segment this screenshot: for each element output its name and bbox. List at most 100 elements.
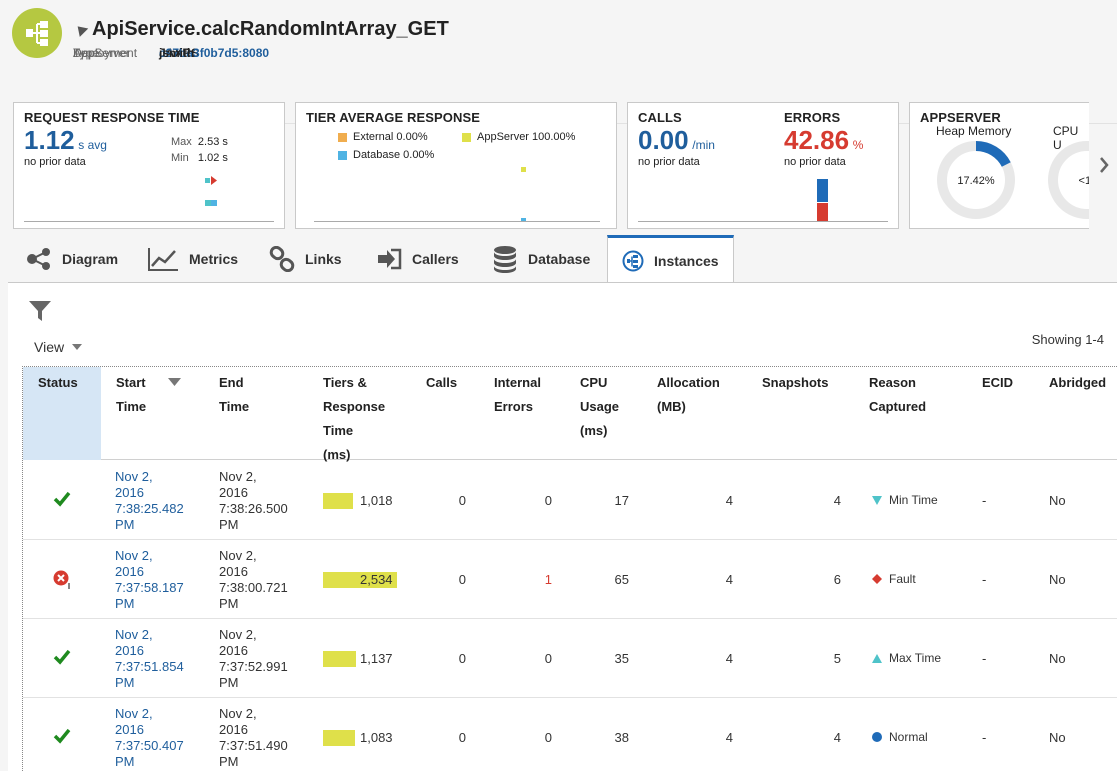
col-end-time[interactable]: End Time <box>219 371 249 419</box>
request-response-card[interactable]: REQUEST RESPONSE TIME 1.12 s avg no prio… <box>13 102 285 229</box>
date-line: Nov 2, <box>219 548 257 563</box>
col-label: Captured <box>869 399 927 414</box>
date-line: PM <box>219 517 239 532</box>
col-ecid[interactable]: ECID <box>982 371 1013 395</box>
tab-metrics[interactable]: Metrics <box>147 235 238 283</box>
response-time-value: 1,018 <box>360 493 393 508</box>
success-check-icon[interactable] <box>53 728 71 747</box>
date-line: Nov 2, <box>219 627 257 642</box>
view-menu[interactable]: View <box>34 339 83 355</box>
date-line: 2016 <box>219 643 248 658</box>
calls-errors-card[interactable]: CALLS 0.00 /min no prior data ERRORS 42.… <box>627 102 899 229</box>
tab-label: Metrics <box>189 251 239 267</box>
date-line: Nov 2, <box>115 706 153 721</box>
tab-bar: Diagram Metrics Links Callers Database I… <box>14 235 1114 283</box>
tab-diagram[interactable]: Diagram <box>26 235 118 283</box>
start-time-link[interactable]: Nov 2, 2016 7:38:25.482 PM <box>115 469 184 533</box>
date-line: 7:38:26.500 <box>219 501 288 516</box>
col-label: (ms) <box>580 423 608 438</box>
tab-callers[interactable]: Callers <box>376 235 459 283</box>
internal-errors-value: 0 <box>544 651 552 666</box>
errors-value: 42.86 <box>784 125 850 155</box>
date-line: Nov 2, <box>219 706 257 721</box>
tab-links[interactable]: Links <box>269 235 342 283</box>
snapshots-value: 4 <box>833 493 841 508</box>
abridged-value: No <box>1049 651 1066 666</box>
card-axis <box>638 221 888 222</box>
allocation-value: 4 <box>725 651 733 666</box>
start-time-link[interactable]: Nov 2, 2016 7:37:50.407 PM <box>115 706 184 770</box>
col-tiers-response[interactable]: Tiers & Response Time (ms) <box>323 371 385 467</box>
abridged-value: No <box>1049 730 1066 745</box>
col-label: Time <box>323 423 354 438</box>
ecid-value: - <box>982 730 987 745</box>
date-line: Nov 2, <box>115 469 153 484</box>
showing-count: Showing 1-4 <box>1031 332 1104 347</box>
tab-database[interactable]: Database <box>492 235 590 283</box>
start-time-link[interactable]: Nov 2, 2016 7:37:51.854 PM <box>115 627 184 691</box>
cpu-usage-value: 17 <box>614 493 629 508</box>
response-time-bar <box>323 651 356 667</box>
col-label: Status <box>38 375 78 390</box>
start-time-link[interactable]: Nov 2, 2016 7:37:58.187 PM <box>115 548 184 612</box>
date-line: PM <box>115 754 135 769</box>
col-status[interactable]: Status <box>38 371 78 395</box>
appserver-card[interactable]: APPSERVER Heap Memory 17.42% CPU U <1° <box>909 102 1089 229</box>
tab-label: Callers <box>412 251 459 267</box>
reason-captured: Min Time <box>872 493 938 507</box>
table-row[interactable]: Nov 2, 2016 7:37:51.854 PM Nov 2, 2016 7:37:52… <box>23 619 1117 698</box>
col-calls[interactable]: Calls <box>426 371 457 395</box>
tab-instances[interactable]: Instances <box>607 235 734 283</box>
errors-unit: % <box>852 138 864 152</box>
card-axis <box>314 221 600 222</box>
chevron-down-icon <box>72 344 83 350</box>
legend-appserver: AppServer 100.00% <box>462 131 575 143</box>
table-row[interactable]: Nov 2, 2016 7:38:25.482 PM Nov 2, 2016 7:38:26… <box>23 461 1117 540</box>
date-line: Nov 2, <box>219 469 257 484</box>
col-snapshots[interactable]: Snapshots <box>762 371 828 395</box>
date-line: 2016 <box>115 643 144 658</box>
legend-swatch-icon <box>338 132 347 142</box>
service-logo-icon <box>12 8 62 58</box>
error-x-icon[interactable] <box>53 570 73 593</box>
tab-label: Database <box>528 251 591 267</box>
collapse-triangle-icon[interactable] <box>73 22 89 37</box>
date-line: 7:37:51.490 <box>219 738 288 753</box>
snapshots-value: 6 <box>833 572 841 587</box>
table-row[interactable]: Nov 2, 2016 7:37:50.407 PM Nov 2, 2016 7:37:51… <box>23 698 1117 771</box>
col-abridged[interactable]: Abridged <box>1049 371 1106 395</box>
reason-label: Normal <box>889 730 928 744</box>
tab-label: Links <box>305 251 342 267</box>
appserver-marker <box>521 167 526 172</box>
filter-icon[interactable] <box>28 299 52 326</box>
date-line: 7:37:51.854 <box>115 659 184 674</box>
calls-prior-note: no prior data <box>638 156 700 168</box>
col-reason-captured[interactable]: Reason Captured <box>869 371 926 419</box>
allocation-value: 4 <box>725 572 733 587</box>
cpu-usage-value: 35 <box>614 651 629 666</box>
success-check-icon[interactable] <box>53 649 71 668</box>
next-card-chevron-icon[interactable] <box>1098 155 1110 178</box>
table-row[interactable]: Nov 2, 2016 7:37:58.187 PM Nov 2, 2016 7:38:00… <box>23 540 1117 619</box>
sparkline-markers-icon <box>205 176 217 206</box>
end-time: Nov 2, 2016 7:37:52.991 PM <box>219 627 288 691</box>
view-label: View <box>34 339 65 355</box>
date-line: PM <box>219 596 239 611</box>
date-line: 7:37:52.991 <box>219 659 288 674</box>
col-cpu-usage[interactable]: CPU Usage (ms) <box>580 371 619 443</box>
date-line: Nov 2, <box>115 548 153 563</box>
sort-desc-icon[interactable] <box>168 378 181 386</box>
errors-title: ERRORS <box>784 110 841 125</box>
snapshots-value: 5 <box>833 651 841 666</box>
calls-unit: /min <box>692 138 715 152</box>
col-label: Reason <box>869 375 916 390</box>
col-internal-errors[interactable]: Internal Errors <box>494 371 541 419</box>
success-check-icon[interactable] <box>53 491 71 510</box>
tier-average-card[interactable]: TIER AVERAGE RESPONSE External 0.00% App… <box>295 102 617 229</box>
date-line: 2016 <box>219 722 248 737</box>
col-start-time[interactable]: Start Time <box>116 371 146 419</box>
date-line: PM <box>115 675 135 690</box>
calls-value: 0 <box>458 572 466 587</box>
stack-error-segment <box>817 203 828 221</box>
col-allocation[interactable]: Allocation (MB) <box>657 371 720 419</box>
